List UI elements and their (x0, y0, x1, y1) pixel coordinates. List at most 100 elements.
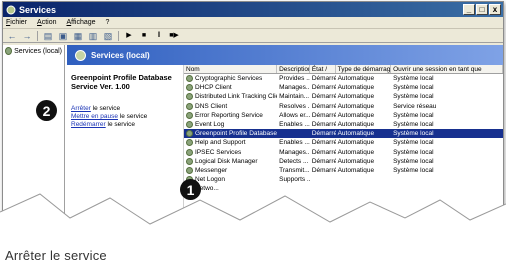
gear-icon (186, 102, 193, 110)
service-name-cell: DHCP Client (184, 83, 277, 92)
column-header-name[interactable]: Nom (184, 65, 278, 73)
service-description: Provides ... (279, 75, 310, 83)
service-name-cell: Error Reporting Service (184, 111, 277, 120)
column-header-description[interactable]: Description (277, 65, 310, 73)
table-row[interactable]: IPSEC Services Manages... Démarré Automatiq… (184, 148, 503, 157)
restart-service-link[interactable]: Redémarrer (71, 121, 106, 128)
service-startup-type: Automatique (337, 75, 375, 83)
column-header-logon[interactable]: Ouvrir une session en tant que (391, 65, 503, 73)
service-startup-type: Automatique (337, 157, 375, 165)
service-logon-as: Système local (393, 130, 434, 138)
service-logon-as: Service réseau (393, 102, 437, 110)
service-logon-as: Système local (393, 111, 434, 119)
service-state: Démarré (311, 84, 336, 92)
table-row[interactable]: Help and Support Enables ... Démarré Automa… (184, 138, 503, 147)
service-state: Démarré (311, 157, 336, 165)
service-name-cell: DNS Client (184, 102, 277, 111)
table-row[interactable]: Messenger Transmit... Démarré Automatique Sy… (184, 166, 503, 175)
service-description: Enables ... (279, 121, 310, 129)
properties-icon[interactable]: ▣ (58, 31, 68, 41)
table-row[interactable]: Error Reporting Service Allows er... Démar… (184, 111, 503, 120)
toolbar-separator (37, 30, 38, 41)
service-state: Démarré (311, 111, 336, 119)
toolbar-separator (118, 30, 119, 41)
services-app-icon (6, 5, 16, 14)
column-header-startup[interactable]: Type de démarrage (336, 65, 392, 73)
title-bar: Services _ □ x (3, 2, 503, 17)
service-startup-type: Automatique (337, 102, 375, 110)
service-description: Manages... (279, 84, 310, 92)
stop-service-button[interactable]: ■ (139, 31, 149, 41)
service-state: Démarré (311, 102, 336, 110)
menu-affichage[interactable]: Affichage (66, 19, 95, 26)
gear-icon (186, 84, 193, 92)
tree-node-label: Services (local) (14, 47, 62, 55)
back-button[interactable]: ← (7, 31, 17, 41)
console-tree-icon[interactable]: ▤ (43, 31, 53, 41)
table-row[interactable]: Greenpoint Profile Database ... Démarré Au… (184, 129, 503, 139)
service-logon-as: Système local (393, 157, 434, 165)
service-name-cell: Event Log (184, 120, 277, 129)
table-row[interactable]: Distributed Link Tracking Client Maintain… (184, 92, 503, 101)
menu-fichier[interactable]: Fichier (6, 19, 27, 26)
action-suffix: le service (117, 113, 148, 120)
toolbar: ← → ▤ ▣ ▦ ▥ ▧ ▶ ■ ‖ ■▶ (3, 29, 503, 43)
table-row[interactable]: DNS Client Resolves ... Démarré Automatique… (184, 102, 503, 111)
service-description: Maintain... (279, 93, 310, 101)
service-logon-as: Système local (393, 166, 434, 174)
help-icon[interactable]: ▧ (103, 31, 113, 41)
close-button[interactable]: x (489, 4, 501, 15)
forward-button[interactable]: → (22, 31, 32, 41)
gear-icon (75, 49, 86, 61)
service-state: Démarré (311, 75, 336, 83)
table-row[interactable]: Cryptographic Services Provides ... Démarr… (184, 74, 503, 83)
service-state: Démarré (311, 93, 336, 101)
stop-service-link[interactable]: Arrêter (71, 105, 91, 112)
list-header: Nom Description État / Type de démarrage… (184, 65, 503, 74)
service-title: Greenpoint Profile Database Service Ver.… (71, 73, 172, 91)
restart-service-button[interactable]: ■▶ (169, 31, 179, 41)
service-state: Démarré (311, 130, 336, 138)
service-state: Démarré (311, 166, 336, 174)
gear-icon (186, 139, 193, 147)
tree-node-services-local[interactable]: Services (local) (5, 47, 62, 55)
table-row[interactable]: Net Logon Supports ... (184, 175, 503, 184)
maximize-button[interactable]: □ (476, 4, 488, 15)
table-row[interactable]: Logical Disk Manager Detects ... Démarré Au… (184, 157, 503, 166)
service-description: Resolves ... (279, 102, 310, 110)
export-list-icon[interactable]: ▥ (88, 31, 98, 41)
service-description: Enables ... (279, 139, 310, 147)
menu-action[interactable]: Action (37, 19, 56, 26)
service-description: Transmit... (279, 166, 310, 174)
gear-icon (186, 157, 193, 165)
service-state: Démarré (311, 139, 336, 147)
gear-icon (186, 121, 193, 129)
gear-icon (186, 93, 193, 101)
table-row[interactable]: Event Log Enables ... Démarré Automatique Sy… (184, 120, 503, 129)
gear-icon (186, 148, 193, 156)
refresh-icon[interactable]: ▦ (73, 31, 83, 41)
service-logon-as: Système local (393, 148, 434, 156)
column-header-state[interactable]: État / (310, 65, 336, 73)
service-name: IPSEC Services (195, 148, 242, 156)
gear-icon (186, 75, 193, 83)
torn-edge (0, 193, 506, 250)
service-name-cell: Logical Disk Manager (184, 157, 277, 166)
column-header-state-label: État (311, 66, 324, 73)
start-service-button[interactable]: ▶ (124, 31, 134, 41)
menu-help[interactable]: ? (106, 19, 110, 26)
service-startup-type: Automatique (337, 84, 375, 92)
pane-banner-title: Services (local) (91, 50, 150, 60)
pause-service-link[interactable]: Mettre en pause (71, 113, 118, 120)
window-title: Services (19, 4, 57, 15)
service-name-cell: Help and Support (184, 138, 277, 147)
list-body: Cryptographic Services Provides ... Démarr… (184, 74, 503, 193)
service-startup-type: Automatique (337, 139, 375, 147)
service-logon-as: Système local (393, 84, 434, 92)
service-name: Logical Disk Manager (195, 157, 258, 165)
service-startup-type: Automatique (337, 166, 375, 174)
minimize-button[interactable]: _ (463, 4, 475, 15)
table-row[interactable]: DHCP Client Manages... Démarré Automatique S… (184, 83, 503, 92)
pause-service-button[interactable]: ‖ (154, 31, 164, 41)
service-description: Supports ... (279, 176, 310, 184)
